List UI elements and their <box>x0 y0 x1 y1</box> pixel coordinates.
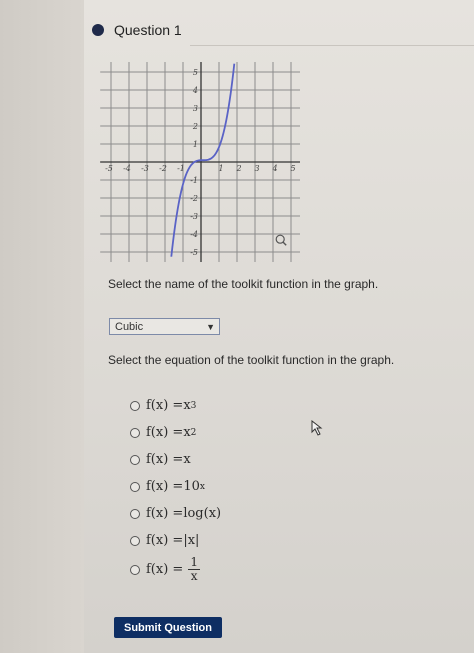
graph-svg: -5 -4 -3 -2 -1 1 2 3 4 5 5 4 3 2 1 -1 -2 -3 -4 -5 <box>100 62 300 262</box>
option-x-squared[interactable]: f(x) = x 2 <box>130 425 196 440</box>
equation-prompt: Select the equation of the toolkit funct… <box>108 353 395 367</box>
y-tick-label: -4 <box>190 230 198 239</box>
radio-button[interactable] <box>130 508 140 519</box>
option-log[interactable]: f(x) = log(x) <box>130 506 221 521</box>
option-ten-to-x[interactable]: f(x) = 10 x <box>130 479 205 494</box>
y-tick-label: 3 <box>193 104 198 113</box>
y-tick-label: -3 <box>190 212 198 221</box>
option-reciprocal[interactable]: f(x) = 1 x <box>130 556 200 583</box>
option-expr: x <box>183 425 191 440</box>
x-tick-label: 5 <box>290 164 295 173</box>
fraction: 1 x <box>188 556 200 583</box>
y-tick-label: -2 <box>190 194 198 203</box>
option-expr: |x| <box>183 533 200 548</box>
radio-button[interactable] <box>130 535 140 546</box>
option-sup: 3 <box>190 400 197 411</box>
option-prefix: f(x) = <box>146 425 184 440</box>
fraction-numerator: 1 <box>188 555 200 570</box>
select-value: Cubic <box>115 321 144 333</box>
x-tick-label: 1 <box>218 164 223 173</box>
option-absolute[interactable]: f(x) = |x| <box>130 533 199 548</box>
y-tick-label: 4 <box>192 86 198 95</box>
left-panel <box>0 0 85 653</box>
option-expr: x <box>183 452 191 467</box>
option-prefix: f(x) = <box>146 506 184 521</box>
option-prefix: f(x) = <box>146 562 184 577</box>
option-prefix: f(x) = <box>146 533 184 548</box>
radio-button[interactable] <box>130 564 140 575</box>
radio-button[interactable] <box>130 454 140 465</box>
cubic-curve <box>170 63 236 257</box>
radio-button[interactable] <box>130 481 140 492</box>
zoom-icon <box>275 234 285 244</box>
fraction-denominator: x <box>190 569 198 583</box>
x-tick-label: -1 <box>177 164 185 173</box>
x-tick-label: 3 <box>254 164 259 173</box>
divider <box>190 45 474 46</box>
chevron-down-icon: ▼ <box>206 322 215 332</box>
radio-button[interactable] <box>130 400 140 411</box>
option-sup: 2 <box>190 427 197 438</box>
option-x[interactable]: f(x) = x <box>130 452 191 467</box>
y-tick-label: -1 <box>190 176 198 185</box>
option-expr: log(x) <box>183 506 222 521</box>
option-expr: x <box>183 398 191 413</box>
submit-question-button[interactable]: Submit Question <box>114 617 222 638</box>
zoom-icon-handle <box>282 241 287 246</box>
option-prefix: f(x) = <box>146 452 184 467</box>
name-prompt: Select the name of the toolkit function … <box>108 277 379 291</box>
question-status-dot <box>92 24 104 36</box>
x-tick-label: 4 <box>271 164 277 173</box>
question-header: Question 1 <box>92 18 182 42</box>
question-title: Question 1 <box>114 22 182 38</box>
y-tick-label: -5 <box>190 248 198 257</box>
radio-button[interactable] <box>130 427 140 438</box>
x-tick-label: -4 <box>123 164 131 173</box>
y-tick-label: 2 <box>192 122 198 131</box>
function-graph: -5 -4 -3 -2 -1 1 2 3 4 5 5 4 3 2 1 -1 -2 -3 -4 -5 <box>100 62 300 262</box>
mouse-cursor-icon <box>311 420 323 436</box>
x-tick-label: 2 <box>235 164 241 173</box>
option-prefix: f(x) = <box>146 398 184 413</box>
option-expr: 10 <box>183 479 200 494</box>
y-tick-label: 5 <box>193 68 198 77</box>
x-tick-label: -5 <box>105 164 113 173</box>
y-tick-label: 1 <box>193 140 198 149</box>
option-sup: x <box>199 481 205 492</box>
option-x-cubed[interactable]: f(x) = x 3 <box>130 398 196 413</box>
x-tick-label: -3 <box>141 164 149 173</box>
option-prefix: f(x) = <box>146 479 184 494</box>
function-name-select[interactable]: Cubic ▼ <box>109 318 220 335</box>
x-tick-label: -2 <box>159 164 167 173</box>
